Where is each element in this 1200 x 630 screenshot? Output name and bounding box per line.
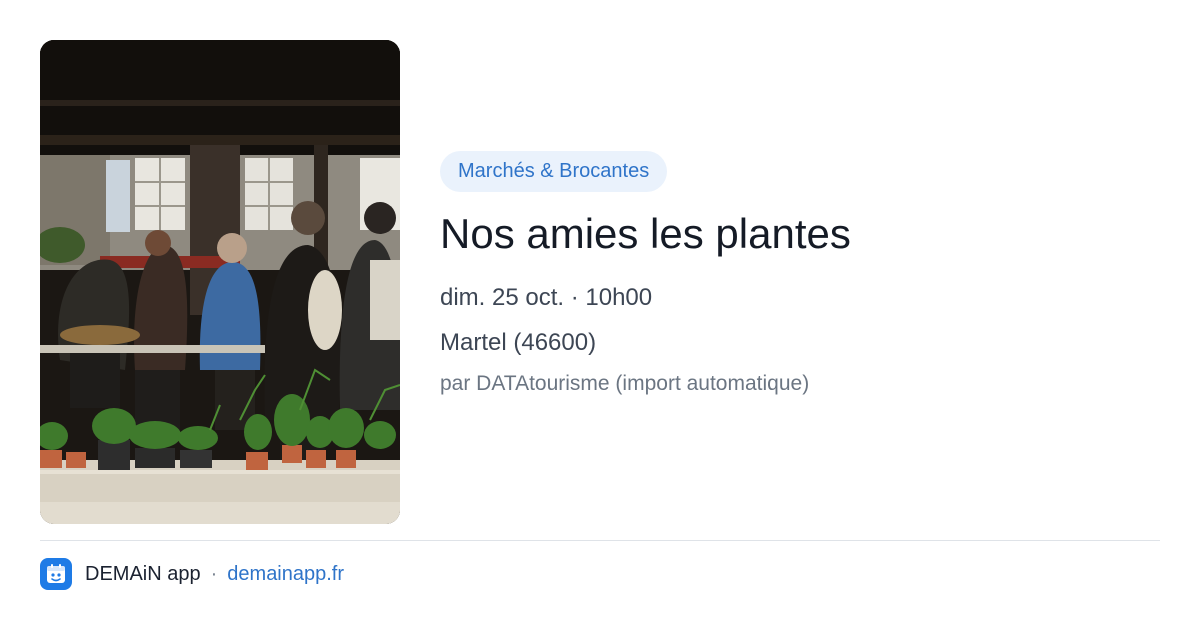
footer-separator: ·	[210, 562, 218, 585]
footer: DEMAiN app · demainapp.fr	[40, 558, 344, 590]
event-card: Marchés & Brocantes Nos amies les plante…	[0, 0, 1200, 630]
market-photo	[40, 40, 400, 524]
event-author: par DATAtourisme (import automatique)	[440, 372, 810, 395]
event-photo	[40, 40, 400, 524]
category-badge[interactable]: Marchés & Brocantes	[440, 151, 668, 192]
event-title: Nos amies les plantes	[440, 210, 851, 257]
site-link[interactable]: demainapp.fr	[227, 563, 344, 586]
event-date: dim. 25 oct. · 10h00	[440, 284, 653, 311]
event-info: Marchés & Brocantes Nos amies les plante…	[440, 151, 1140, 398]
footer-divider	[40, 540, 1160, 541]
app-name: DEMAiN app	[85, 562, 201, 585]
app-logo-icon	[40, 558, 72, 590]
event-location: Martel (46600)	[440, 329, 597, 356]
